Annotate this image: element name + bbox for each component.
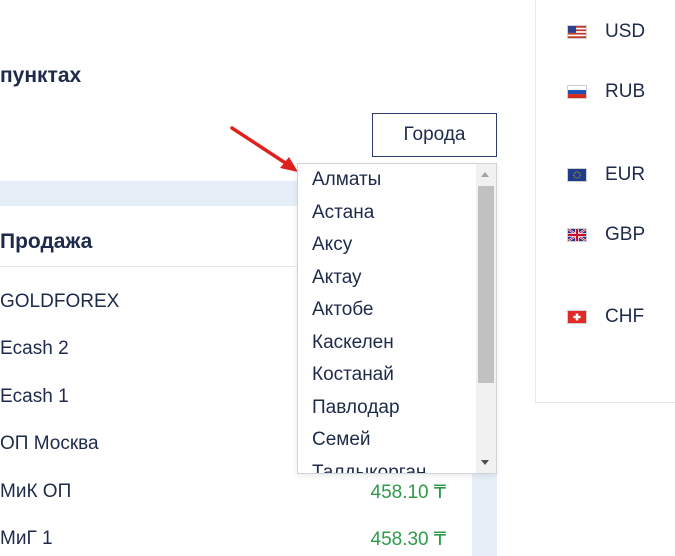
dropdown-scrollbar[interactable] (476, 164, 496, 473)
gb-flag-icon (567, 228, 587, 242)
city-option[interactable]: Астана (298, 197, 476, 230)
currency-code: USD (605, 21, 646, 42)
city-option[interactable]: Каскелен (298, 327, 476, 360)
city-option[interactable]: Алматы (298, 164, 476, 197)
ch-flag-icon (567, 310, 587, 324)
exchange-point-name[interactable]: Ecash 2 (0, 338, 69, 360)
exchange-point-name[interactable]: МиГ 1 (0, 528, 53, 550)
eu-flag-icon (567, 168, 587, 182)
column-title-sale: Продажа (0, 230, 93, 253)
cities-dropdown[interactable]: Алматы Астана Аксу Актау Актобе Каскелен… (297, 163, 497, 474)
page-heading: пунктах (0, 64, 82, 87)
exchange-point-name[interactable]: GOLDFOREX (0, 291, 119, 313)
scroll-down-icon[interactable] (481, 460, 489, 465)
cities-button[interactable]: Города (372, 113, 497, 157)
currency-code: CHF (605, 306, 645, 327)
ru-flag-icon (567, 85, 587, 99)
us-flag-icon (567, 25, 587, 39)
city-option[interactable]: Талдыкорган (298, 457, 476, 474)
city-option[interactable]: Павлодар (298, 392, 476, 425)
city-option[interactable]: Семей (298, 424, 476, 457)
city-option[interactable]: Аксу (298, 229, 476, 262)
currency-code: GBP (605, 224, 646, 245)
exchange-point-name[interactable]: Ecash 1 (0, 386, 69, 408)
table-row: МиГ 1 458.30 ₸ (0, 528, 472, 556)
table-row: МиК ОП 458.10 ₸ (0, 481, 472, 509)
currency-code: RUB (605, 81, 646, 102)
cities-list: Алматы Астана Аксу Актау Актобе Каскелен… (298, 164, 476, 474)
sale-rate: 458.30 ₸ (370, 529, 446, 550)
city-option[interactable]: Актау (298, 262, 476, 295)
exchange-point-name[interactable]: МиК ОП (0, 481, 71, 503)
sale-rate: 458.10 ₸ (370, 482, 446, 503)
red-arrow-icon (230, 126, 298, 172)
scrollbar-thumb[interactable] (478, 186, 494, 383)
currency-panel (535, 0, 675, 403)
scroll-up-icon[interactable] (481, 172, 489, 177)
exchange-point-name[interactable]: ОП Москва (0, 433, 99, 455)
city-option[interactable]: Актобе (298, 294, 476, 327)
currency-code: EUR (605, 164, 646, 185)
city-option[interactable]: Костанай (298, 359, 476, 392)
